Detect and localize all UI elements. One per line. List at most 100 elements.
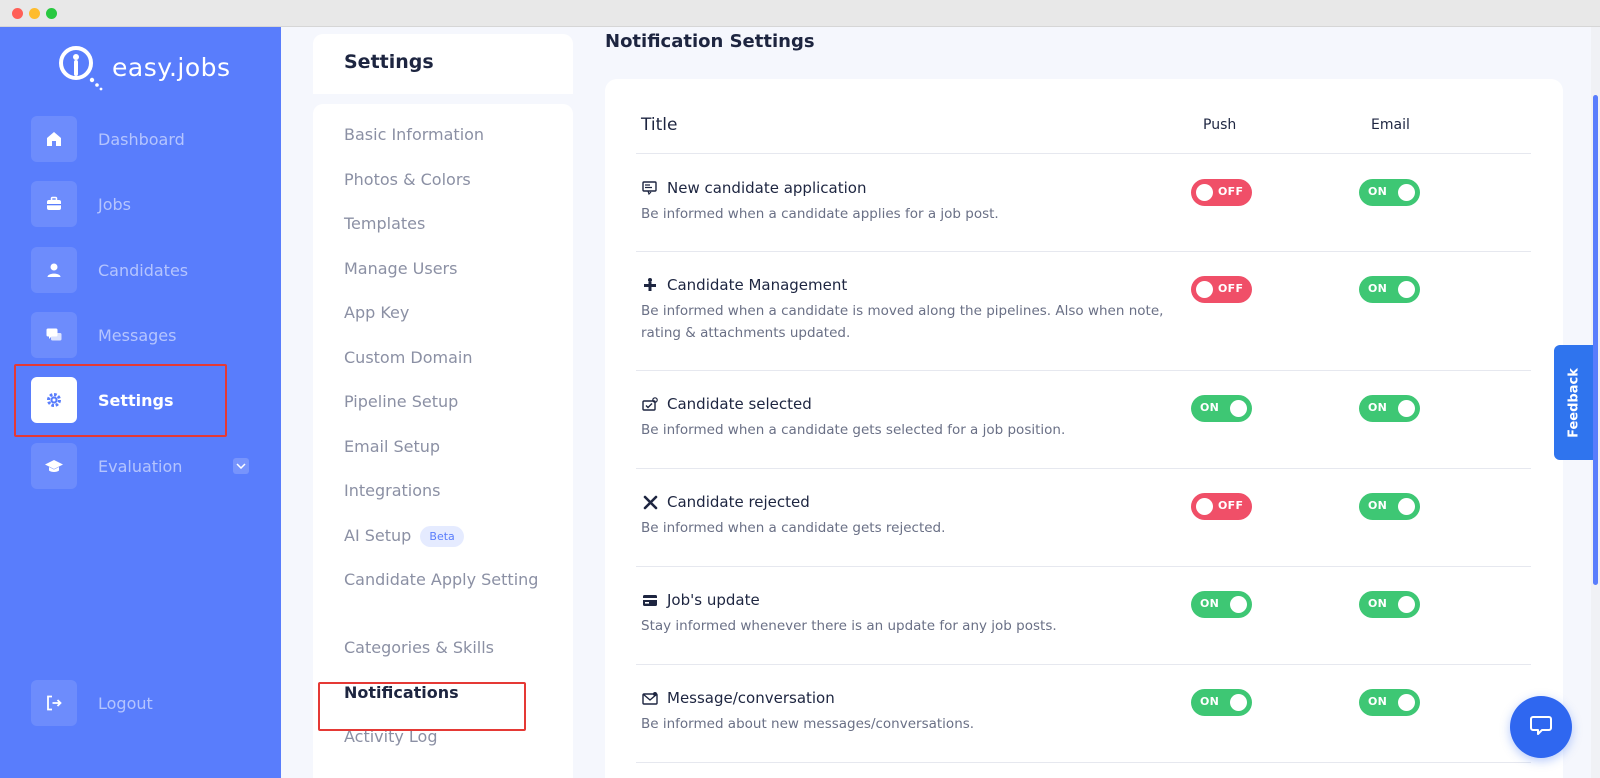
sidebar-item-settings[interactable]: Settings (31, 377, 251, 423)
push-toggle[interactable]: ON (1191, 591, 1252, 618)
settings-item-app-key[interactable]: App Key (344, 301, 544, 325)
logo-icon (56, 43, 106, 91)
table-row: Message/conversation Be informed about n… (636, 665, 1531, 763)
column-header-email: Email (1371, 117, 1410, 133)
toggle-label: ON (1200, 597, 1220, 610)
chat-bubble-icon (1529, 714, 1553, 740)
sidebar-item-dashboard[interactable]: Dashboard (31, 116, 251, 162)
notification-settings-card: Title Push Email New candidate applicati… (605, 79, 1563, 778)
chat-widget-button[interactable] (1510, 696, 1572, 758)
logo-text: easy.jobs (112, 52, 231, 82)
feedback-button[interactable]: Feedback (1554, 345, 1593, 460)
page-title: Notification Settings (605, 31, 815, 52)
row-title-text: Message/conversation (667, 689, 835, 707)
email-toggle[interactable]: ON (1359, 689, 1420, 716)
sidebar-item-jobs[interactable]: Jobs (31, 181, 251, 227)
scrollbar-thumb[interactable] (1593, 95, 1598, 585)
row-description: Be informed when a candidate gets reject… (641, 520, 946, 536)
row-title: Candidate Management (641, 276, 847, 294)
row-description: Stay informed whenever there is an updat… (641, 618, 1057, 634)
row-title-text: Candidate selected (667, 395, 812, 413)
push-toggle[interactable]: OFF (1191, 276, 1252, 303)
close-window-button[interactable] (12, 8, 23, 19)
push-toggle[interactable]: OFF (1191, 179, 1252, 206)
home-icon (31, 116, 77, 162)
window-titlebar (0, 0, 1600, 27)
row-description: Be informed when a candidate gets select… (641, 422, 1066, 438)
mail-icon (641, 690, 659, 706)
toggle-label: OFF (1218, 282, 1244, 295)
table-row: Job's update Stay informed whenever ther… (636, 567, 1531, 665)
row-title-text: Job's update (667, 591, 760, 609)
sidebar-item-evaluation[interactable]: Evaluation (31, 443, 251, 489)
row-title-text: Candidate rejected (667, 493, 810, 511)
toggle-label: ON (1368, 185, 1388, 198)
row-description: Be informed when a candidate is moved al… (641, 303, 1164, 341)
sidebar-item-label: Settings (98, 390, 174, 410)
maximize-window-button[interactable] (46, 8, 57, 19)
sidebar-item-label: Evaluation (98, 456, 183, 476)
email-toggle[interactable]: ON (1359, 395, 1420, 422)
logout-label: Logout (98, 693, 153, 713)
toggle-label: OFF (1218, 185, 1244, 198)
push-toggle[interactable]: ON (1191, 689, 1252, 716)
toggle-label: ON (1368, 401, 1388, 414)
application-icon (641, 180, 659, 196)
settings-item-basic-information[interactable]: Basic Information (344, 123, 544, 147)
pipeline-icon (641, 277, 659, 293)
table-row: Candidate selected Be informed when a ca… (636, 371, 1531, 469)
settings-item-ai-setup[interactable]: AI Setup Beta (344, 524, 544, 548)
push-toggle[interactable]: ON (1191, 395, 1252, 422)
row-title: Candidate rejected (641, 493, 810, 511)
graduation-cap-icon (31, 443, 77, 489)
sidebar-item-candidates[interactable]: Candidates (31, 247, 251, 293)
toggle-label: ON (1368, 499, 1388, 512)
settings-item-photos-colors[interactable]: Photos & Colors (344, 168, 544, 192)
settings-item-manage-users[interactable]: Manage Users (344, 257, 544, 281)
sidebar-item-label: Dashboard (98, 129, 185, 149)
settings-item-label: AI Setup (344, 526, 412, 545)
row-description: Be informed about new messages/conversat… (641, 716, 975, 732)
settings-item-candidate-apply-setting[interactable]: Candidate Apply Setting (344, 568, 544, 592)
column-header-title: Title (641, 115, 678, 135)
settings-menu: Basic Information Photos & Colors Templa… (313, 104, 573, 778)
email-toggle[interactable]: ON (1359, 493, 1420, 520)
logout-icon (31, 680, 77, 726)
row-title: New candidate application (641, 179, 866, 197)
settings-item-categories-skills[interactable]: Categories & Skills (344, 636, 544, 660)
row-title: Job's update (641, 591, 760, 609)
email-toggle[interactable]: ON (1359, 179, 1420, 206)
sidebar: easy.jobs Dashboard Jobs Candidates Mess… (0, 27, 281, 778)
settings-menu-header: Settings (313, 34, 573, 94)
selected-icon (641, 396, 659, 412)
row-title: Message/conversation (641, 689, 835, 707)
toggle-label: ON (1368, 282, 1388, 295)
push-toggle[interactable]: OFF (1191, 493, 1252, 520)
logout-button[interactable]: Logout (31, 680, 251, 726)
settings-item-pipeline-setup[interactable]: Pipeline Setup (344, 390, 544, 414)
gear-icon (31, 377, 77, 423)
toggle-label: ON (1200, 695, 1220, 708)
sidebar-item-messages[interactable]: Messages (31, 312, 251, 358)
column-header-push: Push (1203, 117, 1237, 133)
settings-item-custom-domain[interactable]: Custom Domain (344, 346, 544, 370)
minimize-window-button[interactable] (29, 8, 40, 19)
settings-item-integrations[interactable]: Integrations (344, 479, 544, 503)
app-logo[interactable]: easy.jobs (56, 43, 231, 91)
settings-item-email-setup[interactable]: Email Setup (344, 435, 544, 459)
email-toggle[interactable]: ON (1359, 276, 1420, 303)
chevron-down-icon[interactable] (233, 458, 249, 474)
sidebar-item-label: Jobs (98, 194, 131, 214)
toggle-label: ON (1368, 597, 1388, 610)
table-row: New candidate application Be informed wh… (636, 154, 1531, 252)
settings-item-activity-log[interactable]: Activity Log (344, 725, 544, 749)
row-title-text: New candidate application (667, 179, 867, 197)
toggle-label: ON (1200, 401, 1220, 414)
settings-item-notifications[interactable]: Notifications (344, 681, 544, 705)
settings-item-templates[interactable]: Templates (344, 212, 544, 236)
email-toggle[interactable]: ON (1359, 591, 1420, 618)
feedback-label: Feedback (1566, 367, 1581, 438)
close-icon (641, 494, 659, 510)
beta-badge: Beta (420, 526, 464, 547)
settings-menu-title: Settings (344, 51, 434, 73)
